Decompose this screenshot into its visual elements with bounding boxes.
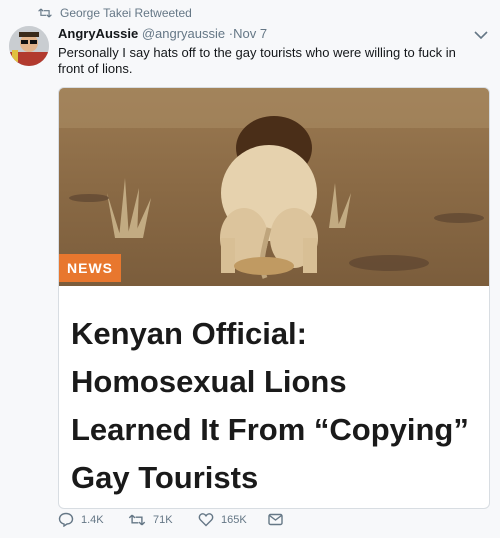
retweet-context: George Takei Retweeted <box>38 6 192 20</box>
retweet-label[interactable]: George Takei Retweeted <box>60 6 192 20</box>
tweet-actions: 1.4K 71K 165K <box>58 512 283 527</box>
chevron-down-icon[interactable] <box>474 30 488 40</box>
tweet-time[interactable]: Nov 7 <box>233 26 267 41</box>
card-headline[interactable]: Kenyan Official: Homosexual Lions Learne… <box>71 310 471 502</box>
retweet-icon <box>38 8 52 18</box>
avatar-image <box>9 26 49 66</box>
tweet-text: Personally I say hats off to the gay tou… <box>58 45 456 76</box>
news-card[interactable]: NEWS Kenyan Official: Homosexual Lions L… <box>58 87 490 509</box>
heart-icon <box>198 513 214 527</box>
like-count: 165K <box>221 513 247 526</box>
user-handle[interactable]: @angryaussie <box>142 26 225 41</box>
direct-message-button[interactable] <box>268 513 283 526</box>
retweet-action-icon <box>128 514 146 525</box>
reply-count: 1.4K <box>81 513 104 526</box>
tweet-header: AngryAussie @angryaussie ·Nov 7 <box>58 26 267 41</box>
retweet-count: 71K <box>153 513 173 526</box>
reply-button[interactable]: 1.4K <box>58 512 128 527</box>
retweet-button[interactable]: 71K <box>128 513 198 527</box>
avatar[interactable] <box>9 26 49 66</box>
like-button[interactable]: 165K <box>198 512 268 527</box>
lion-photo <box>59 88 489 286</box>
reply-icon <box>58 512 74 527</box>
envelope-icon <box>268 513 283 526</box>
display-name[interactable]: AngryAussie <box>58 26 138 41</box>
news-badge: NEWS <box>59 254 121 282</box>
